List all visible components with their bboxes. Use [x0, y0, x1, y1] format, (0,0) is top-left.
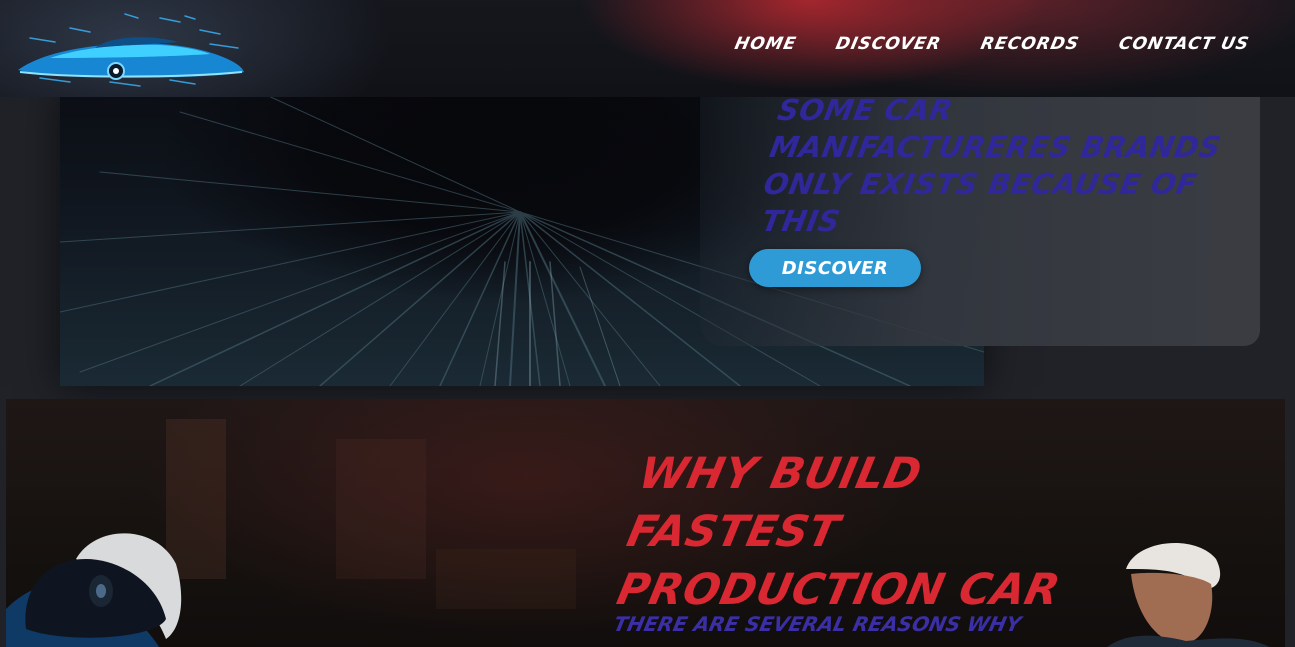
site-header: HOME DISCOVER RECORDS CONTACT US — [0, 0, 1295, 97]
section-body-line: THERE ARE SEVERAL REASONS WHY — [614, 612, 1024, 636]
section-title-line: WHY BUILD — [634, 449, 927, 499]
nav-home-link[interactable]: HOME — [733, 34, 798, 54]
background-shelf — [336, 439, 426, 579]
background-shelf — [436, 549, 576, 609]
nav-discover-link[interactable]: DISCOVER — [834, 34, 943, 54]
worker-image-right — [1107, 542, 1270, 647]
nav-contact-us-link[interactable]: CONTACT US — [1117, 34, 1251, 54]
page: HOME DISCOVER RECORDS CONTACT US SOME CA… — [0, 0, 1295, 647]
discover-button[interactable]: DISCOVER — [749, 249, 921, 287]
hero-title: SOME CAR MANIFACTURERES BRANDS ONLY EXIS… — [759, 92, 1252, 240]
section-title-line: FASTEST — [622, 507, 844, 557]
hero-title-line: SOME CAR — [775, 93, 956, 127]
car-logo-icon[interactable] — [10, 8, 250, 94]
hero-title-line: THIS — [759, 204, 843, 238]
section-title: WHY BUILD FASTEST PRODUCTION CAR — [613, 445, 1065, 619]
worker-image-left — [6, 533, 182, 647]
hero-title-line: ONLY EXISTS BECAUSE OF — [761, 167, 1200, 201]
hero-title-line: MANIFACTURERES BRANDS — [767, 130, 1224, 164]
main-nav: HOME DISCOVER RECORDS CONTACT US — [733, 34, 1252, 54]
nav-records-link[interactable]: RECORDS — [979, 34, 1081, 54]
section-body-text: THERE ARE SEVERAL REASONS WHY — [614, 611, 1084, 647]
